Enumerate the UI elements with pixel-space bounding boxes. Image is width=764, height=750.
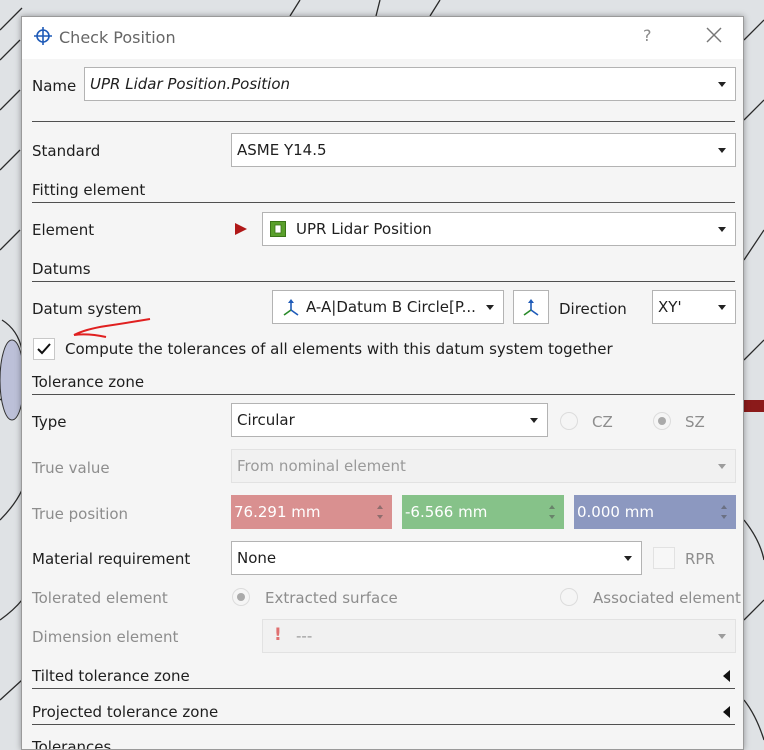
chevron-down-icon (718, 464, 726, 469)
spin-down-icon[interactable] (721, 515, 727, 519)
spin-up-icon[interactable] (721, 505, 727, 509)
crosshair-icon (34, 27, 52, 45)
element-value: UPR Lidar Position (296, 220, 432, 238)
tolerances-heading: Tolerances (32, 738, 112, 750)
datum-system-combobox[interactable]: A-A|Datum B Circle[P... (272, 290, 504, 324)
material-requirement-label: Material requirement (32, 550, 191, 568)
name-combobox[interactable]: UPR Lidar Position.Position (84, 67, 736, 101)
dimension-element-combobox[interactable]: ! --- (262, 619, 736, 653)
tilted-tolerance-zone-heading: Tilted tolerance zone (32, 667, 190, 685)
fitting-element-heading: Fitting element (32, 181, 146, 199)
tolerance-zone-heading: Tolerance zone (32, 373, 145, 391)
axis-system-icon (283, 299, 299, 316)
type-combobox[interactable]: Circular (231, 403, 548, 437)
chevron-down-icon (530, 418, 538, 423)
element-label: Element (32, 221, 95, 239)
associated-element-radio[interactable] (560, 588, 578, 606)
name-value: UPR Lidar Position.Position (90, 75, 291, 93)
material-requirement-value: None (237, 549, 277, 567)
chevron-down-icon (718, 82, 726, 87)
associated-element-label: Associated element (593, 589, 741, 607)
chevron-down-icon (718, 227, 726, 232)
datum-system-value: A-A|Datum B Circle[P... (306, 298, 476, 316)
extracted-surface-radio[interactable] (232, 588, 250, 606)
true-position-x-field[interactable]: 76.291 mm (231, 495, 392, 529)
chevron-down-icon (718, 148, 726, 153)
chevron-down-icon (624, 556, 632, 561)
dimension-element-value: --- (296, 627, 313, 645)
true-position-z-value: 0.000 mm (577, 503, 654, 521)
projected-tolerance-zone-heading: Projected tolerance zone (32, 703, 219, 721)
tolerance-zone-section: Tolerance zone (32, 371, 735, 395)
surface-point-icon (270, 221, 286, 237)
spin-up-icon[interactable] (377, 505, 383, 509)
triangle-right-icon (235, 223, 247, 235)
standard-combobox[interactable]: ASME Y14.5 (231, 133, 736, 167)
spin-up-icon[interactable] (549, 505, 555, 509)
material-requirement-combobox[interactable]: None (231, 541, 642, 575)
help-button[interactable]: ? (643, 26, 652, 45)
window-title: Check Position (59, 28, 176, 47)
compute-together-label: Compute the tolerances of all elements w… (65, 340, 613, 358)
exclamation-icon: ! (274, 625, 282, 645)
datum-picker-button[interactable] (513, 290, 549, 324)
checkmark-icon (37, 343, 51, 355)
rpr-checkbox[interactable] (653, 547, 675, 569)
true-position-y-field[interactable]: -6.566 mm (402, 495, 564, 529)
direction-value: XY' (658, 298, 682, 316)
cz-label: CZ (592, 413, 613, 431)
compute-together-checkbox[interactable] (33, 338, 55, 360)
spin-down-icon[interactable] (549, 515, 555, 519)
tilted-tolerance-zone-section[interactable]: Tilted tolerance zone (32, 665, 735, 689)
chevron-down-icon (718, 634, 726, 639)
extracted-surface-label: Extracted surface (265, 589, 398, 607)
rpr-label: RPR (685, 550, 715, 568)
true-value-combobox[interactable]: From nominal element (231, 449, 736, 483)
tolerated-element-label: Tolerated element (32, 589, 168, 607)
separator (32, 121, 735, 122)
standard-value: ASME Y14.5 (237, 141, 327, 159)
true-position-x-value: 76.291 mm (234, 503, 321, 521)
element-combobox[interactable]: UPR Lidar Position (262, 212, 736, 246)
true-position-label: True position (32, 505, 129, 523)
name-label: Name (32, 77, 77, 95)
axis-system-icon (523, 299, 539, 316)
cz-radio[interactable] (560, 412, 578, 430)
true-position-z-field[interactable]: 0.000 mm (574, 495, 736, 529)
true-position-y-value: -6.566 mm (405, 503, 488, 521)
true-value-value: From nominal element (237, 457, 406, 475)
close-icon[interactable] (704, 25, 724, 45)
spin-down-icon[interactable] (377, 515, 383, 519)
type-value: Circular (237, 411, 295, 429)
fitting-element-section: Fitting element (32, 179, 735, 203)
dimension-element-label: Dimension element (32, 628, 179, 646)
triangle-left-icon[interactable] (723, 670, 730, 682)
annotation-arrow (73, 318, 151, 338)
direction-combobox[interactable]: XY' (652, 290, 736, 324)
true-value-label: True value (32, 459, 110, 477)
check-position-dialog: Check Position ? Name UPR Lidar Position… (21, 16, 744, 750)
direction-label: Direction (559, 300, 627, 318)
datums-section: Datums (32, 258, 735, 282)
datums-heading: Datums (32, 260, 91, 278)
standard-label: Standard (32, 142, 101, 160)
chevron-down-icon (718, 305, 726, 310)
sz-radio[interactable] (653, 412, 671, 430)
type-label: Type (32, 413, 67, 431)
projected-tolerance-zone-section[interactable]: Projected tolerance zone (32, 701, 735, 725)
title-bar: Check Position ? (22, 17, 743, 59)
chevron-down-icon (486, 305, 494, 310)
triangle-left-icon[interactable] (723, 706, 730, 718)
sz-label: SZ (685, 413, 705, 431)
